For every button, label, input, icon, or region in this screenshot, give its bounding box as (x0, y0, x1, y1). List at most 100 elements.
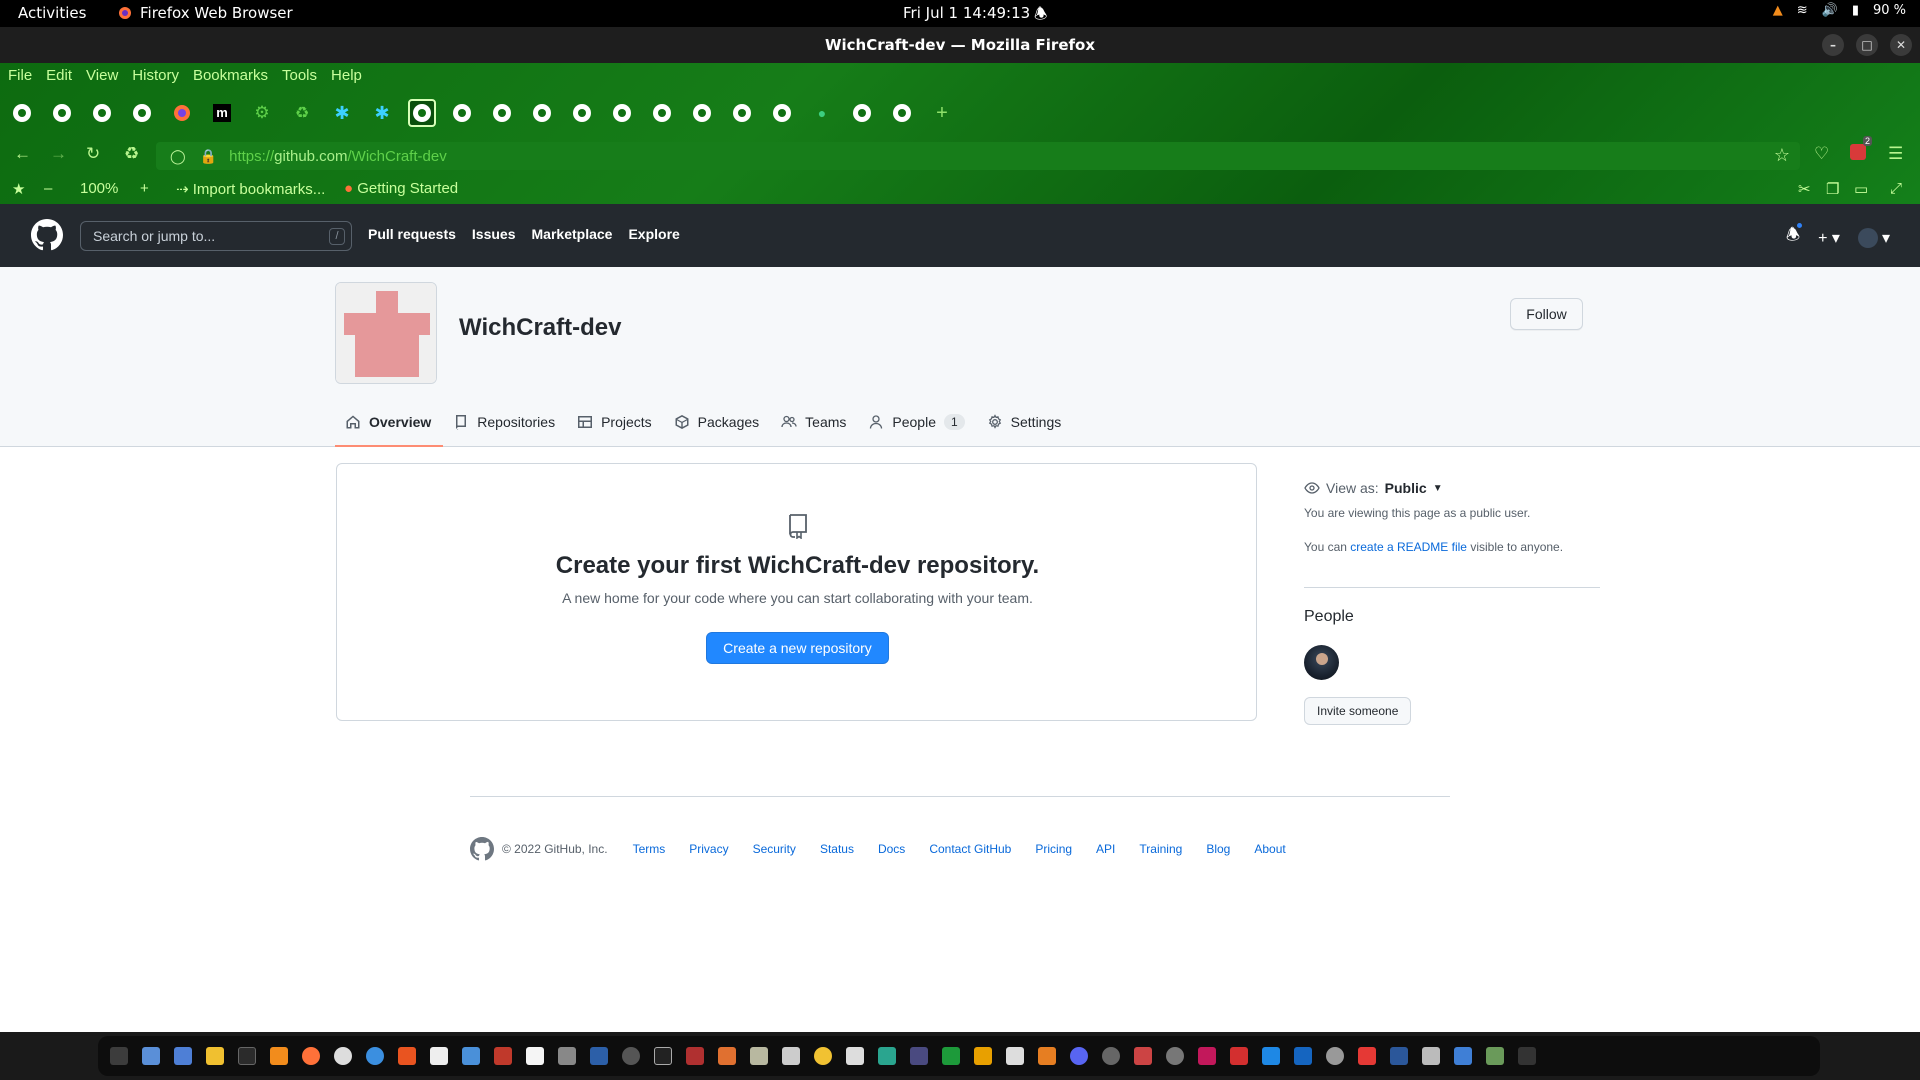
tab-github-active[interactable] (408, 99, 436, 127)
media-icon[interactable] (1134, 1047, 1152, 1065)
tablet-icon[interactable] (846, 1047, 864, 1065)
gift-icon[interactable] (1230, 1047, 1248, 1065)
word-icon[interactable] (1390, 1047, 1408, 1065)
viewer-icon[interactable] (1422, 1047, 1440, 1065)
tab-firefox[interactable] (168, 99, 196, 127)
menu-help[interactable]: Help (331, 67, 362, 84)
create-repository-button[interactable]: Create a new repository (706, 632, 889, 664)
window-icon[interactable] (1294, 1047, 1312, 1065)
github-mark-icon[interactable] (470, 837, 494, 861)
console-icon[interactable] (238, 1047, 256, 1065)
footer-link-privacy[interactable]: Privacy (689, 842, 728, 856)
files-icon[interactable] (142, 1047, 160, 1065)
create-readme-link[interactable]: create a README file (1350, 540, 1467, 554)
tab-github[interactable] (888, 99, 916, 127)
calculator-icon[interactable] (1454, 1047, 1472, 1065)
restore-button[interactable]: □ (1856, 34, 1878, 56)
close-window-button[interactable]: ✕ (1890, 34, 1912, 56)
menu-tools[interactable]: Tools (282, 67, 317, 84)
tab-github[interactable] (88, 99, 116, 127)
follow-button[interactable]: Follow (1510, 298, 1583, 330)
forward-arrow-icon[interactable]: → (50, 144, 67, 164)
tab-github[interactable] (8, 99, 36, 127)
updater-icon[interactable] (1326, 1047, 1344, 1065)
text-editor-icon[interactable] (174, 1047, 192, 1065)
photo-icon[interactable] (878, 1047, 896, 1065)
tab-github[interactable] (568, 99, 596, 127)
tab-packages[interactable]: Packages (664, 409, 771, 447)
getting-started-bookmark[interactable]: ● Getting Started (344, 180, 458, 197)
writer-icon[interactable] (430, 1047, 448, 1065)
tab-github[interactable] (688, 99, 716, 127)
clock[interactable]: Fri Jul 1 14:49:13 (903, 4, 1030, 22)
tab-people[interactable]: People 1 (858, 409, 976, 447)
pocket-icon[interactable]: ♡ (1814, 144, 1829, 164)
zoom-out-button[interactable]: – (44, 180, 52, 197)
import-bookmarks-link[interactable]: ⇢ Import bookmarks... (176, 180, 325, 198)
shield-icon[interactable]: ◯ (170, 148, 186, 165)
virtualbox-icon[interactable] (590, 1047, 608, 1065)
user-avatar-dropdown[interactable]: ▾ (1857, 227, 1890, 248)
notes-icon[interactable] (206, 1047, 224, 1065)
extension-badge-icon[interactable]: 2 (1850, 136, 1872, 165)
clock-app-icon[interactable] (1102, 1047, 1120, 1065)
obs-icon[interactable] (334, 1047, 352, 1065)
notifications-bell-icon[interactable]: 🕭 (1786, 221, 1805, 251)
search-input[interactable]: Search or jump to... / (80, 221, 352, 251)
tab-github[interactable] (128, 99, 156, 127)
tab-github[interactable] (608, 99, 636, 127)
expand-icon[interactable]: ⤢ (1890, 180, 1902, 197)
footer-link-api[interactable]: API (1096, 842, 1115, 856)
hamburger-menu-icon[interactable]: ☰ (1888, 144, 1903, 164)
help-icon[interactable] (366, 1047, 384, 1065)
minimize-button[interactable]: – (1822, 34, 1844, 56)
url-text[interactable]: https://github.com/WichCraft-dev (229, 148, 447, 165)
new-tab-button[interactable]: + (928, 99, 956, 127)
tab-puzzle[interactable]: ♻ (288, 99, 316, 127)
nav-pull-requests[interactable]: Pull requests (368, 226, 456, 242)
footer-link-contact[interactable]: Contact GitHub (929, 842, 1011, 856)
tab-github[interactable] (528, 99, 556, 127)
inkscape-icon[interactable] (654, 1047, 672, 1065)
blank-document-icon[interactable] (526, 1047, 544, 1065)
menu-view[interactable]: View (86, 67, 118, 84)
nav-issues[interactable]: Issues (472, 226, 516, 242)
footer-link-security[interactable]: Security (753, 842, 796, 856)
footer-link-docs[interactable]: Docs (878, 842, 905, 856)
terminal-icon[interactable] (110, 1047, 128, 1065)
tab-location[interactable]: ● (808, 99, 836, 127)
member-avatar[interactable] (1304, 645, 1339, 680)
software-center-icon[interactable] (398, 1047, 416, 1065)
clipboard-icon[interactable]: ▭ (1854, 180, 1868, 198)
tab-overview[interactable]: Overview (335, 409, 444, 447)
firefox-icon[interactable] (302, 1047, 320, 1065)
lock-icon[interactable]: 🔒 (200, 148, 217, 165)
tab-github[interactable] (48, 99, 76, 127)
system-monitor-icon[interactable] (494, 1047, 512, 1065)
copy-icon[interactable]: ❐ (1826, 180, 1839, 198)
tab-github[interactable] (728, 99, 756, 127)
print-icon[interactable] (1006, 1047, 1024, 1065)
github-logo-icon[interactable] (31, 219, 63, 251)
menu-bookmarks[interactable]: Bookmarks (193, 67, 268, 84)
calc-icon[interactable] (942, 1047, 960, 1065)
tab-github[interactable] (848, 99, 876, 127)
view-as-dropdown[interactable]: View as: Public ▼ (1304, 480, 1600, 496)
camera-icon[interactable] (910, 1047, 928, 1065)
footer-link-about[interactable]: About (1254, 842, 1285, 856)
menu-file[interactable]: File (8, 67, 32, 84)
settings-app-icon[interactable] (1166, 1047, 1184, 1065)
nav-explore[interactable]: Explore (628, 226, 679, 242)
footer-link-status[interactable]: Status (820, 842, 854, 856)
disc-icon[interactable] (622, 1047, 640, 1065)
game-icon[interactable] (718, 1047, 736, 1065)
presentation-icon[interactable] (1038, 1047, 1056, 1065)
invite-someone-button[interactable]: Invite someone (1304, 697, 1412, 725)
back-arrow-icon[interactable]: ← (14, 144, 31, 164)
footer-link-blog[interactable]: Blog (1206, 842, 1230, 856)
tab-projects[interactable]: Projects (567, 409, 664, 447)
footer-link-pricing[interactable]: Pricing (1035, 842, 1072, 856)
notification-bell-icon[interactable]: 🕭 (1034, 4, 1047, 29)
extension-icon[interactable]: ♻ (124, 144, 139, 164)
archive-icon[interactable] (750, 1047, 768, 1065)
